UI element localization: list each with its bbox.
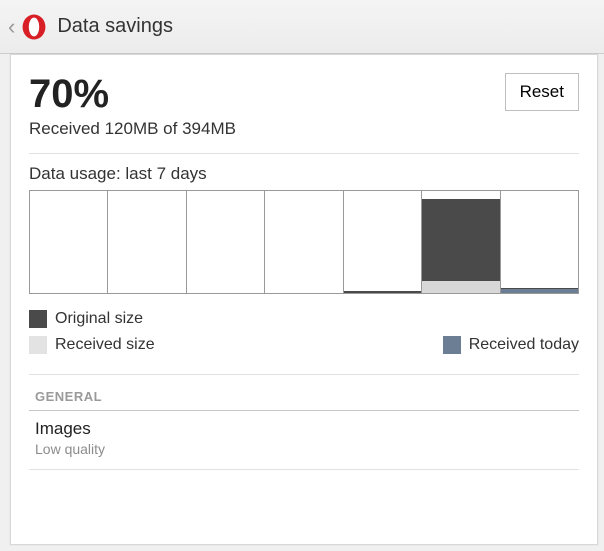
bar-received: [422, 281, 499, 293]
page-title: Data savings: [57, 15, 173, 38]
setting-images-subtitle: Low quality: [35, 439, 579, 457]
usage-label: Data usage: last 7 days: [29, 154, 579, 190]
chart-column: [30, 191, 108, 293]
bar-received-today: [501, 289, 578, 293]
back-icon[interactable]: ‹: [8, 14, 19, 40]
setting-images[interactable]: Images Low quality: [29, 411, 579, 470]
legend-today: Received today: [469, 336, 579, 354]
received-summary: Received 120MB of 394MB: [29, 119, 579, 154]
reset-button[interactable]: Reset: [505, 73, 579, 111]
chart-column: [265, 191, 343, 293]
savings-percent: 70%: [29, 73, 109, 115]
chart-column: [108, 191, 186, 293]
swatch-today-icon: [443, 336, 461, 354]
chart-column: [422, 191, 500, 293]
usage-chart: [29, 190, 579, 294]
content-panel: 70% Reset Received 120MB of 394MB Data u…: [10, 54, 598, 545]
section-general: GENERAL: [29, 375, 579, 411]
chart-column: [344, 191, 422, 293]
legend-original: Original size: [55, 310, 143, 328]
app-header: ‹ Data savings: [0, 0, 604, 54]
chart-column: [501, 191, 578, 293]
bar-original: [344, 291, 421, 293]
opera-icon: [21, 14, 47, 40]
legend-received: Received size: [55, 336, 155, 354]
swatch-original-icon: [29, 310, 47, 328]
setting-images-title: Images: [35, 419, 579, 439]
swatch-received-icon: [29, 336, 47, 354]
chart-legend: Original size Received size Received tod…: [29, 294, 579, 375]
chart-column: [187, 191, 265, 293]
bar-original: [422, 199, 499, 293]
